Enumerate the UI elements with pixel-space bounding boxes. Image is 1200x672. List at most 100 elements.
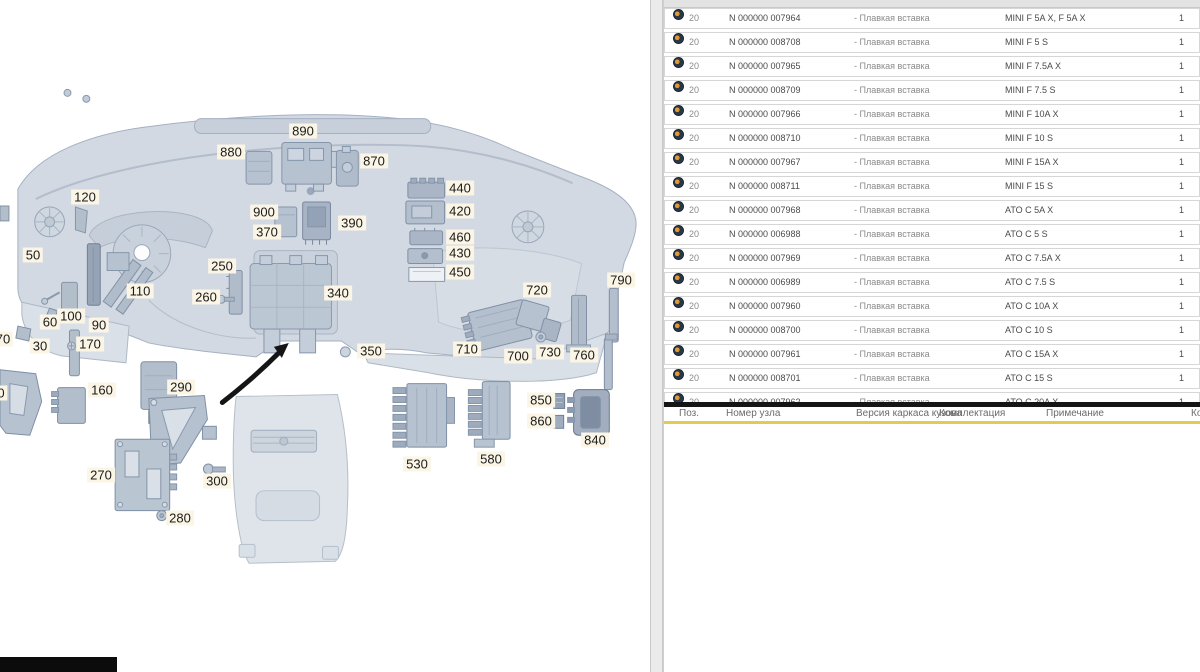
callout-label-840[interactable]: 840 bbox=[581, 433, 609, 448]
table-row[interactable]: 20N 000000 008711- Плавкая вставкаMINI F… bbox=[664, 176, 1200, 197]
cell-part-number[interactable]: N 000000 007964 bbox=[729, 9, 801, 28]
part-info-icon[interactable] bbox=[673, 321, 684, 332]
table-row[interactable]: 20N 000000 008709- Плавкая вставкаMINI F… bbox=[664, 80, 1200, 101]
callout-label-70[interactable]: 70 bbox=[0, 332, 13, 347]
callout-label-160[interactable]: 160 bbox=[88, 383, 116, 398]
callout-label-720[interactable]: 720 bbox=[523, 283, 551, 298]
table-row[interactable]: 20N 000000 007966- Плавкая вставкаMINI F… bbox=[664, 104, 1200, 125]
part-860[interactable] bbox=[554, 415, 564, 428]
table-row[interactable]: 20N 000000 008700- Плавкая вставкаATO C … bbox=[664, 320, 1200, 341]
part-info-icon[interactable] bbox=[673, 273, 684, 284]
callout-label-420[interactable]: 420 bbox=[446, 204, 474, 219]
part-info-icon[interactable] bbox=[673, 81, 684, 92]
callout-label-710[interactable]: 710 bbox=[453, 342, 481, 357]
callout-label-340[interactable]: 340 bbox=[324, 286, 352, 301]
callout-label-440[interactable]: 440 bbox=[446, 181, 474, 196]
callout-label-790[interactable]: 790 bbox=[607, 273, 635, 288]
callout-label-120[interactable]: 120 bbox=[71, 190, 99, 205]
part-880[interactable] bbox=[246, 151, 272, 184]
part-300[interactable] bbox=[203, 464, 225, 474]
part-430[interactable] bbox=[408, 249, 443, 264]
part-info-icon[interactable] bbox=[673, 129, 684, 140]
callout-label-30[interactable]: 30 bbox=[30, 339, 50, 354]
callout-label-730[interactable]: 730 bbox=[536, 345, 564, 360]
cell-part-number[interactable]: N 000000 007966 bbox=[729, 105, 801, 124]
callout-label-530[interactable]: 530 bbox=[403, 457, 431, 472]
callout-label-250[interactable]: 250 bbox=[208, 259, 236, 274]
table-row[interactable]: 20N 000000 007965- Плавкая вставкаMINI F… bbox=[664, 56, 1200, 77]
callout-label-450[interactable]: 450 bbox=[446, 265, 474, 280]
part-info-icon[interactable] bbox=[673, 297, 684, 308]
cell-part-number[interactable]: N 000000 007967 bbox=[729, 153, 801, 172]
table-row[interactable]: 20N 000000 007967- Плавкая вставкаMINI F… bbox=[664, 152, 1200, 173]
part-170[interactable] bbox=[67, 342, 75, 350]
callout-label-100[interactable]: 100 bbox=[57, 309, 85, 324]
callout-label-390[interactable]: 390 bbox=[338, 216, 366, 231]
callout-label-50[interactable]: 50 bbox=[23, 248, 43, 263]
callout-label-870[interactable]: 870 bbox=[360, 154, 388, 169]
callout-label-170[interactable]: 170 bbox=[76, 337, 104, 352]
callout-label-280[interactable]: 280 bbox=[166, 511, 194, 526]
part-420[interactable] bbox=[406, 201, 445, 224]
cell-part-number[interactable]: N 000000 008710 bbox=[729, 129, 801, 148]
part-730[interactable] bbox=[536, 332, 546, 342]
cell-part-number[interactable]: N 000000 008708 bbox=[729, 33, 801, 52]
part-info-icon[interactable] bbox=[673, 177, 684, 188]
callout-label-900[interactable]: 900 bbox=[250, 205, 278, 220]
part-840[interactable] bbox=[568, 390, 610, 436]
callout-label-300[interactable]: 300 bbox=[203, 474, 231, 489]
part-info-icon[interactable] bbox=[673, 9, 684, 20]
cell-part-number[interactable]: N 000000 007969 bbox=[729, 249, 801, 268]
callout-label-110[interactable]: 110 bbox=[127, 284, 154, 299]
part-info-icon[interactable] bbox=[673, 33, 684, 44]
cell-part-number[interactable]: N 000000 007965 bbox=[729, 57, 801, 76]
part-info-icon[interactable] bbox=[673, 225, 684, 236]
callout-label-270[interactable]: 270 bbox=[87, 468, 115, 483]
cell-part-number[interactable]: N 000000 006988 bbox=[729, 225, 801, 244]
part-info-icon[interactable] bbox=[673, 105, 684, 116]
part-info-icon[interactable] bbox=[673, 345, 684, 356]
callout-label-90[interactable]: 90 bbox=[89, 318, 109, 333]
cell-part-number[interactable]: N 000000 006989 bbox=[729, 273, 801, 292]
callout-label-460[interactable]: 460 bbox=[446, 230, 474, 245]
callout-label-850[interactable]: 850 bbox=[527, 393, 555, 408]
cell-part-number[interactable]: N 000000 008701 bbox=[729, 369, 801, 388]
table-row[interactable]: 20N 000000 007960- Плавкая вставкаATO C … bbox=[664, 296, 1200, 317]
callout-label-430[interactable]: 430 bbox=[446, 246, 474, 261]
table-row[interactable]: 20N 000000 007968- Плавкая вставкаATO C … bbox=[664, 200, 1200, 221]
part-270[interactable] bbox=[115, 439, 177, 510]
part-left-module[interactable] bbox=[52, 388, 86, 424]
table-row[interactable]: 20N 000000 007969- Плавкая вставкаATO C … bbox=[664, 248, 1200, 269]
table-row[interactable]: 20N 000000 007961- Плавкая вставкаATO C … bbox=[664, 344, 1200, 365]
part-info-icon[interactable] bbox=[673, 57, 684, 68]
callout-label-260[interactable]: 260 bbox=[192, 290, 220, 305]
callout-label-760[interactable]: 760 bbox=[570, 348, 598, 363]
part-left-bracket[interactable] bbox=[0, 370, 42, 435]
part-120[interactable] bbox=[75, 207, 87, 233]
callout-label-370[interactable]: 370 bbox=[253, 225, 281, 240]
part-70[interactable] bbox=[16, 326, 31, 341]
part-350[interactable] bbox=[340, 347, 350, 357]
cell-part-number[interactable]: N 000000 007961 bbox=[729, 345, 801, 364]
cell-part-number[interactable]: N 000000 007968 bbox=[729, 201, 801, 220]
callout-label-290[interactable]: 290 bbox=[167, 380, 195, 395]
part-450[interactable] bbox=[409, 268, 445, 282]
part-890[interactable] bbox=[282, 142, 340, 191]
cell-part-number[interactable]: N 000000 007960 bbox=[729, 297, 801, 316]
part-info-icon[interactable] bbox=[673, 201, 684, 212]
panel-splitter[interactable] bbox=[650, 0, 663, 672]
part-850[interactable] bbox=[554, 394, 565, 409]
callout-label-860[interactable]: 860 bbox=[527, 414, 555, 429]
part-info-icon[interactable] bbox=[673, 249, 684, 260]
table-row[interactable]: 20N 000000 008701- Плавкая вставкаATO C … bbox=[664, 368, 1200, 389]
part-870[interactable] bbox=[336, 146, 358, 186]
table-row[interactable]: 20N 000000 008710- Плавкая вставкаMINI F… bbox=[664, 128, 1200, 149]
part-info-icon[interactable] bbox=[673, 153, 684, 164]
callout-label-890[interactable]: 890 bbox=[289, 124, 317, 139]
part-440[interactable] bbox=[408, 178, 445, 198]
part-390[interactable] bbox=[303, 202, 331, 245]
table-row[interactable]: 20N 000000 008708- Плавкая вставкаMINI F… bbox=[664, 32, 1200, 53]
table-row[interactable]: 20N 000000 007964- Плавкая вставкаMINI F… bbox=[664, 8, 1200, 29]
cell-part-number[interactable]: N 000000 008700 bbox=[729, 321, 801, 340]
callout-label-580[interactable]: 580 bbox=[477, 452, 505, 467]
